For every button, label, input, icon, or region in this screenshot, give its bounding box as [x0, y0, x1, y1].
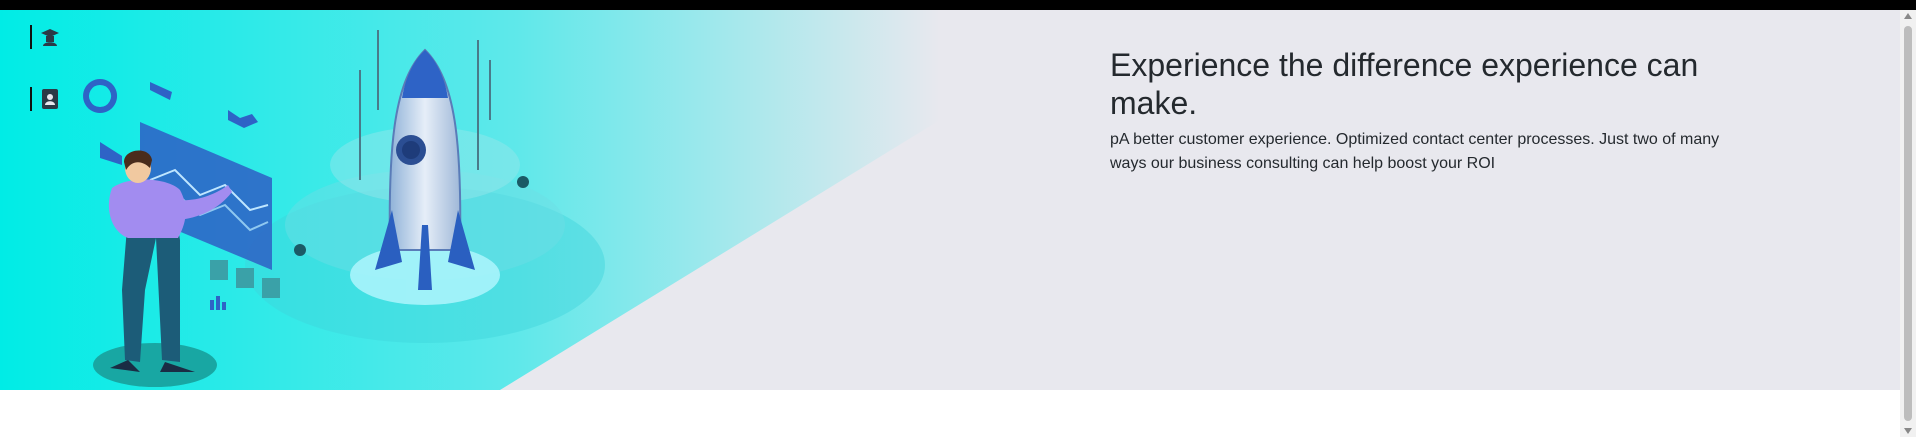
page-scrollbar[interactable]	[1900, 10, 1916, 437]
top-bar	[0, 0, 1916, 10]
hero-illustration	[0, 10, 940, 390]
scroll-up-icon[interactable]	[1904, 13, 1912, 19]
hero-text: Experience the difference experience can…	[1110, 46, 1750, 176]
scroll-thumb[interactable]	[1904, 26, 1912, 421]
hero-headline: Experience the difference experience can…	[1110, 47, 1699, 121]
hero-banner: Experience the difference experience can…	[0, 10, 1900, 390]
side-icon-contacts[interactable]	[30, 84, 60, 114]
contact-book-icon	[42, 89, 58, 109]
side-icon-graduate[interactable]	[30, 22, 60, 52]
graduate-icon	[41, 29, 59, 46]
scroll-down-icon[interactable]	[1904, 428, 1912, 434]
hero-subtext: pA better customer experience. Optimized…	[1110, 131, 1720, 172]
